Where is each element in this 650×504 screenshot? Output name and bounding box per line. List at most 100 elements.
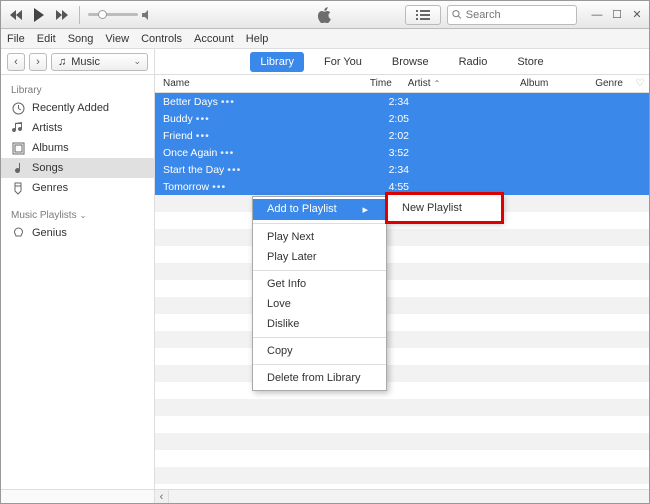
search-input[interactable] <box>466 9 572 21</box>
sidebar-playlist-genius[interactable]: Genius <box>1 223 154 243</box>
table-row[interactable]: Start the Day•••2:34 <box>155 161 649 178</box>
back-button[interactable]: ‹ <box>7 53 25 71</box>
col-album[interactable]: Album <box>512 75 587 92</box>
col-time[interactable]: Time <box>350 75 399 92</box>
tab-store[interactable]: Store <box>507 52 553 72</box>
music-note-icon: ♫ <box>58 56 66 68</box>
close-button[interactable]: ✕ <box>631 8 643 21</box>
minimize-button[interactable]: — <box>591 9 603 21</box>
source-label: Music <box>71 56 100 68</box>
context-submenu: New Playlist <box>387 194 502 222</box>
table-row[interactable]: Friend•••2:02 <box>155 127 649 144</box>
column-headers: Name Time Artist⌃ Album Genre ♡ <box>155 75 649 93</box>
more-icon[interactable]: ••• <box>221 96 235 108</box>
col-name[interactable]: Name <box>155 75 350 92</box>
menu-song[interactable]: Song <box>68 33 94 45</box>
col-genre[interactable]: Genre <box>587 75 631 92</box>
maximize-button[interactable]: ☐ <box>611 8 623 21</box>
ctx-play-next[interactable]: Play Next <box>253 227 386 247</box>
table-row[interactable]: Better Days•••2:34 <box>155 93 649 110</box>
albums-icon <box>11 141 25 155</box>
table-row-empty <box>155 467 649 484</box>
horizontal-scrollbar[interactable]: ‹ <box>155 490 649 503</box>
volume-slider[interactable] <box>88 10 154 20</box>
sort-indicator-icon: ⌃ <box>434 79 441 88</box>
tab-radio[interactable]: Radio <box>449 52 498 72</box>
table-row[interactable]: Once Again•••3:52 <box>155 144 649 161</box>
more-icon[interactable]: ••• <box>196 130 210 142</box>
nav-tabs: Library For You Browse Radio Store <box>155 49 649 74</box>
chevron-down-icon: ⌄ <box>80 211 87 220</box>
table-row-empty <box>155 297 649 314</box>
ctx-love[interactable]: Love <box>253 294 386 314</box>
menu-edit[interactable]: Edit <box>37 33 56 45</box>
ctx-sub-new-playlist[interactable]: New Playlist <box>388 197 501 219</box>
table-row-empty <box>155 246 649 263</box>
col-love[interactable]: ♡ <box>631 75 649 92</box>
table-row[interactable]: Tomorrow•••4:55 <box>155 178 649 195</box>
table-row-empty <box>155 382 649 399</box>
volume-icon <box>142 10 154 20</box>
forward-button[interactable]: › <box>29 53 47 71</box>
sidebar-header-library: Library <box>1 81 154 98</box>
table-row-empty <box>155 348 649 365</box>
chevron-updown-icon: ⌄ <box>133 56 141 67</box>
col-artist[interactable]: Artist⌃ <box>400 75 512 92</box>
table-row-empty <box>155 229 649 246</box>
table-row-empty <box>155 399 649 416</box>
sidebar-item-artists[interactable]: Artists <box>1 118 154 138</box>
scroll-left-icon[interactable]: ‹ <box>155 490 169 503</box>
menu-separator <box>253 223 386 224</box>
table-row-empty <box>155 416 649 433</box>
status-bar: ‹ <box>1 489 649 503</box>
track-list: Name Time Artist⌃ Album Genre ♡ Better D… <box>155 75 649 489</box>
genres-icon <box>11 181 25 195</box>
menu-separator <box>253 270 386 271</box>
artists-icon <box>11 121 25 135</box>
more-icon[interactable]: ••• <box>212 181 226 193</box>
menu-controls[interactable]: Controls <box>141 33 182 45</box>
transport-controls <box>7 6 154 24</box>
tab-library[interactable]: Library <box>250 52 304 72</box>
sidebar-header-playlists[interactable]: Music Playlists ⌄ <box>1 206 154 223</box>
divider <box>79 6 80 24</box>
table-row-empty <box>155 365 649 382</box>
recently-added-icon <box>11 101 25 115</box>
table-row-empty <box>155 314 649 331</box>
search-field[interactable] <box>447 5 577 25</box>
ctx-copy[interactable]: Copy <box>253 341 386 361</box>
window-controls: — ☐ ✕ <box>591 8 643 21</box>
source-select[interactable]: ♫ Music ⌄ <box>51 53 148 71</box>
ctx-delete-from-library[interactable]: Delete from Library <box>253 368 386 388</box>
tab-for-you[interactable]: For You <box>314 52 372 72</box>
sidebar: Library Recently AddedArtistsAlbumsSongs… <box>1 75 155 489</box>
table-row-empty <box>155 263 649 280</box>
ctx-add-to-playlist[interactable]: Add to Playlist▸ <box>253 199 386 220</box>
list-view-button[interactable] <box>405 5 441 25</box>
menubar: File Edit Song View Controls Account Help <box>1 29 649 49</box>
play-button[interactable] <box>29 6 49 24</box>
prev-button[interactable] <box>7 6 27 24</box>
context-menu: Add to Playlist▸ Play NextPlay Later Get I… <box>252 196 387 391</box>
more-icon[interactable]: ••• <box>196 113 210 125</box>
menu-account[interactable]: Account <box>194 33 234 45</box>
table-row[interactable]: Buddy•••2:05 <box>155 110 649 127</box>
table-row-empty <box>155 450 649 467</box>
ctx-play-later[interactable]: Play Later <box>253 247 386 267</box>
title-toolbar: — ☐ ✕ <box>1 1 649 29</box>
menu-view[interactable]: View <box>105 33 129 45</box>
sidebar-item-genres[interactable]: Genres <box>1 178 154 198</box>
next-button[interactable] <box>51 6 71 24</box>
ctx-get-info[interactable]: Get Info <box>253 274 386 294</box>
tab-browse[interactable]: Browse <box>382 52 439 72</box>
sidebar-item-songs[interactable]: Songs <box>1 158 154 178</box>
ctx-dislike[interactable]: Dislike <box>253 314 386 334</box>
more-icon[interactable]: ••• <box>220 147 234 159</box>
menu-file[interactable]: File <box>7 33 25 45</box>
menu-separator <box>253 337 386 338</box>
sidebar-item-recently-added[interactable]: Recently Added <box>1 98 154 118</box>
menu-help[interactable]: Help <box>246 33 269 45</box>
sidebar-item-albums[interactable]: Albums <box>1 138 154 158</box>
more-icon[interactable]: ••• <box>227 164 241 176</box>
songs-icon <box>11 161 25 175</box>
